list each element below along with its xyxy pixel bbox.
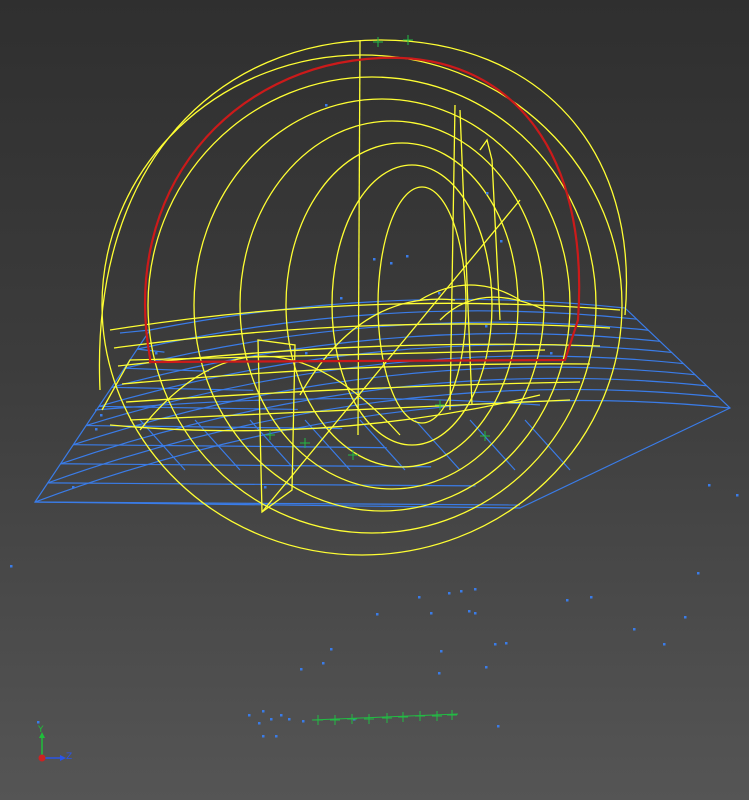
scatter-point-51: [486, 192, 489, 195]
scatter-point-35: [497, 725, 500, 728]
ground-base-line-2: [124, 367, 209, 372]
scatter-point-20: [485, 666, 488, 669]
marker-cross-7: [432, 711, 442, 721]
scatter-point-48: [72, 486, 75, 489]
scatter-point-21: [438, 672, 441, 675]
ground-rib-5: [414, 419, 461, 471]
x-axis-dot: [38, 754, 46, 762]
triad-z-label: Z: [66, 752, 73, 762]
ground-rib-6: [469, 419, 516, 471]
dome-axis-line: [357, 39, 361, 436]
scatter-point-41: [305, 352, 308, 355]
scatter-point-1: [708, 484, 711, 487]
wireframe-scene[interactable]: [0, 0, 749, 800]
ground-wireframe: [33, 298, 732, 509]
marker-cross-10: [403, 35, 413, 45]
triad-y-label: Y: [38, 725, 44, 735]
marker-cross-3: [364, 714, 374, 724]
scatter-point-38: [390, 262, 393, 265]
scatter-point-10: [474, 588, 477, 591]
dome-post-line: [449, 104, 456, 411]
scatter-point-49: [264, 486, 267, 489]
scatter-point-6: [418, 596, 421, 599]
scatter-point-8: [448, 592, 451, 595]
ground-base-line-1: [137, 348, 165, 353]
scatter-point-9: [460, 590, 463, 593]
scatter-point-4: [633, 628, 636, 631]
scatter-point-11: [468, 610, 471, 613]
scatter-point-3: [697, 572, 700, 575]
marker-cross-11: [348, 450, 358, 460]
scatter-point-31: [302, 720, 305, 723]
scatter-point-23: [566, 599, 569, 602]
marker-cross-9: [373, 37, 383, 47]
ground-arc-9: [34, 399, 731, 503]
dome-wireframe: [98, 39, 627, 556]
scatter-point-13: [494, 643, 497, 646]
scatter-point-42: [155, 352, 158, 355]
scatter-point-44: [485, 325, 488, 328]
marker-cross-4: [382, 713, 392, 723]
scatter-point-40: [340, 297, 343, 300]
scatter-point-15: [376, 613, 379, 616]
ground-rib-4: [359, 419, 406, 471]
scatter-point-47: [100, 414, 103, 417]
scatter-point-46: [95, 428, 98, 431]
orientation-triad: Y Z: [30, 724, 80, 774]
scatter-point-39: [406, 255, 409, 258]
marker-cross-5: [398, 712, 408, 722]
scatter-point-25: [248, 714, 251, 717]
ground-base-line-7: [60, 463, 432, 468]
scatter-point-5: [663, 643, 666, 646]
scatter-point-0: [10, 565, 13, 568]
3d-viewport[interactable]: Y Z: [0, 0, 749, 800]
scatter-point-37: [373, 258, 376, 261]
scatter-point-14: [505, 642, 508, 645]
dome-spike-line: [479, 138, 501, 321]
scatter-point-50: [500, 240, 503, 243]
marker-baseline: [311, 713, 459, 721]
scatter-point-16: [330, 648, 333, 651]
scatter-point-43: [438, 292, 441, 295]
scatter-point-18: [322, 662, 325, 665]
scatter-point-30: [288, 718, 291, 721]
scatter-point-2: [736, 494, 739, 497]
dome-outline: [98, 39, 627, 391]
marker-cross-1: [330, 715, 340, 725]
marker-cross-8: [447, 710, 457, 720]
scatter-point-32: [262, 735, 265, 738]
scatter-point-7: [430, 612, 433, 615]
scatter-point-24: [684, 616, 687, 619]
scatter-point-29: [280, 714, 283, 717]
scatter-point-17: [300, 668, 303, 671]
scatter-point-27: [270, 718, 273, 721]
scatter-point-12: [474, 612, 477, 615]
scatter-point-28: [258, 722, 261, 725]
scatter-point-26: [262, 710, 265, 713]
scatter-point-45: [550, 352, 553, 355]
scatter-point-19: [440, 650, 443, 653]
scatter-point-33: [275, 735, 278, 738]
scatter-point-52: [325, 104, 328, 107]
scatter-point-22: [590, 596, 593, 599]
scatter-points: [10, 104, 739, 738]
